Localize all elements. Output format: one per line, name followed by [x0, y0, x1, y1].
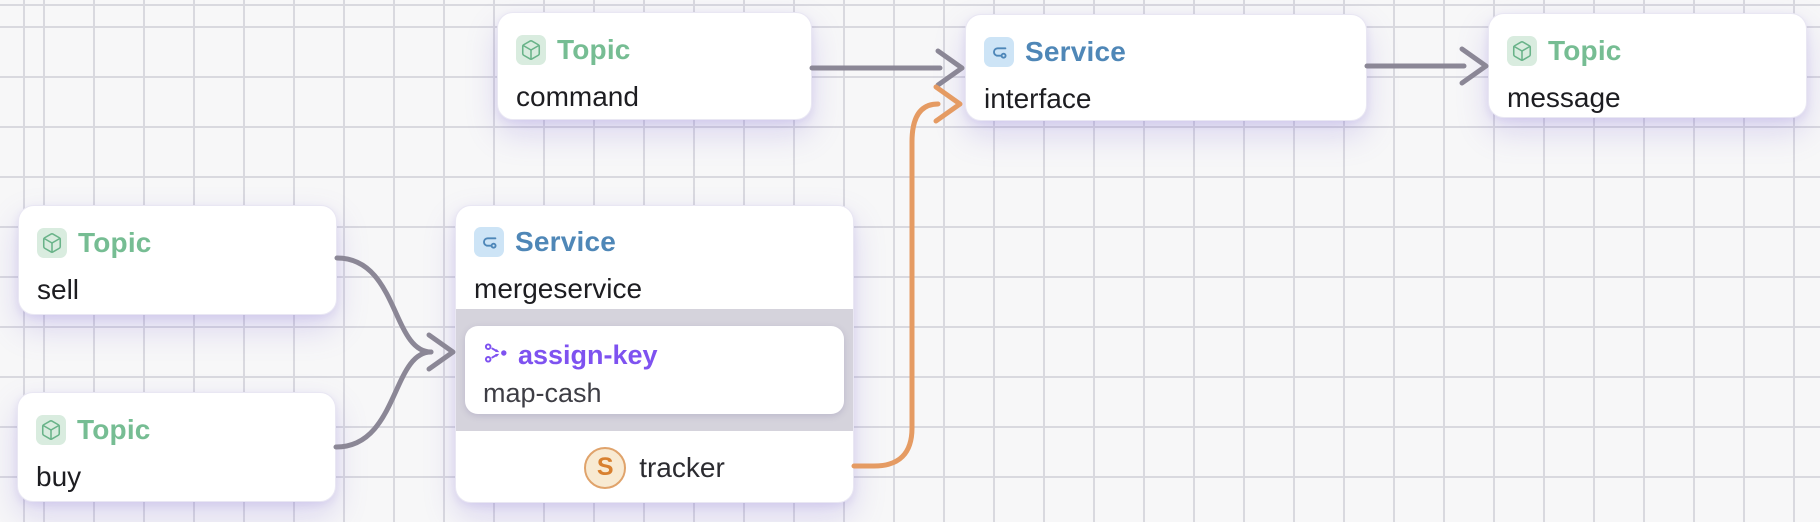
edge-tracker-interface[interactable]	[851, 84, 963, 469]
node-service-interface[interactable]: Service interface	[965, 14, 1367, 121]
edge-command-interface[interactable]	[809, 48, 965, 88]
node-name: message	[1507, 82, 1621, 113]
flow-canvas[interactable]: Topic command Service interface Topic me…	[0, 0, 1820, 522]
node-type-label: Service	[515, 226, 617, 257]
node-topic-command[interactable]: Topic command	[497, 12, 812, 120]
edge-buy-mergeservice[interactable]	[333, 332, 456, 450]
function-name: map-cash	[483, 378, 602, 408]
node-name: sell	[37, 274, 80, 305]
consumer-row-tracker[interactable]: S tracker	[456, 431, 853, 504]
function-type-label: assign-key	[518, 340, 658, 370]
edge-sell-mergeservice[interactable]	[334, 255, 434, 355]
node-type-label: Topic	[557, 34, 631, 65]
assign-key-icon	[483, 340, 509, 371]
node-type-label: Topic	[77, 414, 151, 445]
node-name: command	[516, 81, 639, 112]
service-route-icon	[474, 227, 504, 257]
node-type-label: Topic	[1548, 35, 1622, 66]
consumer-avatar: S	[584, 446, 627, 489]
consumer-name: tracker	[639, 451, 725, 483]
topic-cube-icon	[36, 415, 66, 445]
node-name: mergeservice	[474, 273, 643, 304]
edge-interface-message[interactable]	[1364, 46, 1489, 86]
function-card-assign-key[interactable]: assign-key map-cash	[465, 326, 844, 414]
service-route-icon	[984, 37, 1014, 67]
node-topic-message[interactable]: Topic message	[1488, 13, 1807, 118]
node-type-label: Topic	[78, 227, 152, 258]
node-name: interface	[984, 83, 1092, 114]
node-type-label: Service	[1025, 36, 1127, 67]
node-name: buy	[36, 461, 82, 492]
topic-cube-icon	[37, 228, 67, 258]
topic-cube-icon	[516, 35, 546, 65]
topic-cube-icon	[1507, 36, 1537, 66]
node-topic-sell[interactable]: Topic sell	[18, 205, 337, 315]
function-section: assign-key map-cash	[456, 309, 853, 431]
node-service-mergeservice[interactable]: Service mergeservice assign-key map-cash…	[455, 205, 854, 503]
node-topic-buy[interactable]: Topic buy	[17, 392, 336, 502]
